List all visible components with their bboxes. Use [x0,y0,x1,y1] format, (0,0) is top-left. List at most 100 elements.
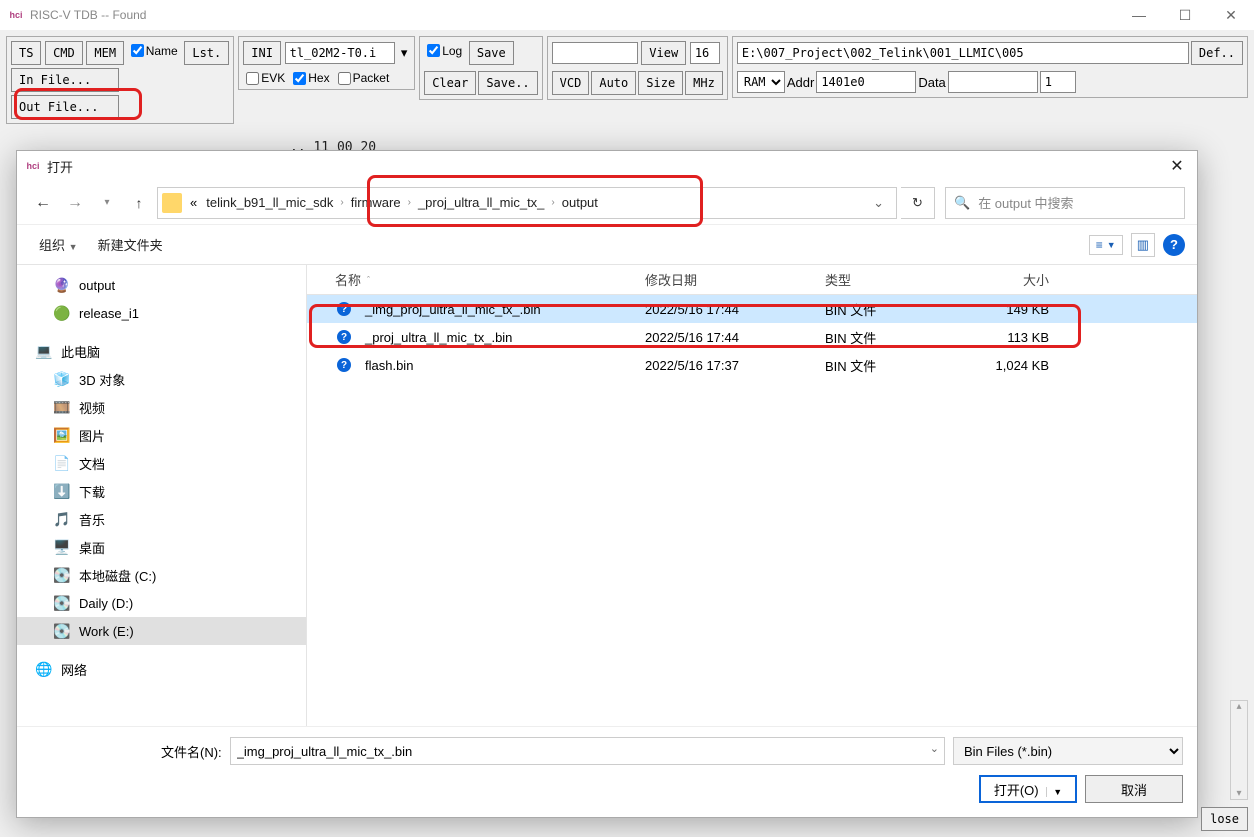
path-input[interactable] [737,42,1189,64]
nav-item[interactable]: 🎞️ 视频 [17,393,306,421]
filetype-select[interactable]: Bin Files (*.bin) [953,737,1183,765]
hex-check[interactable]: Hex [290,71,332,85]
mhz-button[interactable]: MHz [685,71,723,95]
breadcrumb-seg-1[interactable]: firmware [346,189,406,217]
col-type[interactable]: 类型 [817,270,967,289]
column-headers[interactable]: 名称ˆ 修改日期 类型 大小 [307,265,1197,295]
close-button[interactable]: ✕ [1208,0,1254,30]
nav-item-icon: 🖼️ [53,426,71,444]
address-bar[interactable]: « telink_b91_ll_mic_sdk › firmware › _pr… [157,187,897,219]
ini-input[interactable] [285,42,395,64]
breadcrumb-seg-2[interactable]: _proj_ultra_ll_mic_tx_ [413,189,549,217]
nav-item[interactable]: 🖼️图片 [17,421,306,449]
in-file-button[interactable]: In File... [11,68,119,92]
breadcrumb-ellipsis[interactable]: « [186,195,201,210]
breadcrumb-seg-3[interactable]: output [557,189,603,217]
file-row[interactable]: ?flash.bin2022/5/16 17:37BIN 文件1,024 KB [307,351,1197,379]
address-dropdown-icon[interactable]: ⌄ [865,195,892,211]
nav-item[interactable]: 🖥️桌面 [17,533,306,561]
nav-item[interactable]: 💻 此电脑 [17,337,306,365]
cancel-button[interactable]: 取消 [1085,775,1183,803]
cmd-button[interactable]: CMD [45,41,83,65]
nav-item-label: output [79,278,115,293]
filename-input[interactable] [230,737,945,765]
view-input[interactable] [690,42,720,64]
toolbar-group-1: TS CMD MEM Name Lst. In File... Out File… [6,36,234,124]
nav-item-label: 此电脑 [61,342,100,361]
help-button[interactable]: ? [1163,234,1185,256]
preview-pane-button[interactable]: ▥ [1131,233,1155,257]
addr-input[interactable] [816,71,916,93]
mem-button[interactable]: MEM [86,41,124,65]
file-type: BIN 文件 [817,300,967,319]
evk-check[interactable]: EVK [243,71,288,85]
save2-button[interactable]: Save.. [478,71,537,95]
packet-check[interactable]: Packet [335,71,393,85]
dialog-close-button[interactable]: ✕ [1157,151,1197,181]
clear-button[interactable]: Clear [424,71,476,95]
nav-item[interactable]: 🔮output [17,271,306,299]
size-button[interactable]: Size [638,71,683,95]
col-name[interactable]: 名称ˆ [327,270,637,289]
maximize-button[interactable]: ☐ [1162,0,1208,30]
new-folder-button[interactable]: 新建文件夹 [88,235,173,254]
nav-item[interactable]: 💽Daily (D:) [17,589,306,617]
nav-item[interactable]: 💽Work (E:) [17,617,306,645]
view-button[interactable]: View [641,41,686,65]
scrollbar-vertical[interactable]: ▴▾ [1230,700,1248,800]
nav-forward-button[interactable]: → [61,189,89,217]
refresh-button[interactable]: ↻ [901,187,935,219]
view-mode-dropdown[interactable]: ≡▼ [1089,235,1123,255]
nav-item[interactable]: ⬇️下载 [17,477,306,505]
nav-item-icon: 💻 [35,342,53,360]
ini-button[interactable]: INI [243,41,281,65]
def-button[interactable]: Def.. [1191,41,1243,65]
folder-icon [162,193,182,213]
nav-item[interactable]: 🌐网络 [17,655,306,683]
view-blank-input[interactable] [552,42,638,64]
lose-button[interactable]: lose [1201,807,1248,831]
one-input[interactable] [1040,71,1076,93]
name-check[interactable]: Name [128,44,181,58]
nav-item-label: 视频 [79,398,105,417]
nav-item[interactable]: 📄文档 [17,449,306,477]
open-button[interactable]: 打开(O) ▼ [979,775,1077,803]
ts-button[interactable]: TS [11,41,41,65]
file-row[interactable]: ?_img_proj_ultra_ll_mic_tx_.bin2022/5/16… [307,295,1197,323]
organize-menu[interactable]: 组织 ▼ [29,235,88,254]
breadcrumb-seg-0[interactable]: telink_b91_ll_mic_sdk [201,189,338,217]
nav-item-label: 音乐 [79,510,105,529]
nav-back-button[interactable]: ← [29,189,57,217]
chevron-right-icon[interactable]: › [338,197,345,208]
toolbar-group-3: Log Save Clear Save.. [419,36,542,100]
auto-button[interactable]: Auto [591,71,636,95]
search-input[interactable]: 🔍 在 output 中搜索 [945,187,1185,219]
data-input[interactable] [948,71,1038,93]
navigation-pane[interactable]: 🔮output🟢release_i1 💻 此电脑 🧊3D 对象 🎞️ 视频 🖼️图片📄文档⬇… [17,265,307,726]
file-size: 113 KB [967,330,1057,345]
minimize-button[interactable]: — [1116,0,1162,30]
file-list[interactable]: ?_img_proj_ultra_ll_mic_tx_.bin2022/5/16… [307,295,1197,726]
file-date: 2022/5/16 17:37 [637,358,817,373]
col-date[interactable]: 修改日期 [637,270,817,289]
nav-item-icon: 🎞️ [53,398,71,416]
main-window: hci RISC-V TDB -- Found — ☐ ✕ TS CMD MEM… [0,0,1254,837]
nav-item[interactable]: 🎵音乐 [17,505,306,533]
chevron-right-icon[interactable]: › [549,197,556,208]
col-size[interactable]: 大小 [967,270,1057,289]
save-button[interactable]: Save [469,41,514,65]
log-check[interactable]: Log [424,44,465,58]
lst-button[interactable]: Lst. [184,41,229,65]
vcd-button[interactable]: VCD [552,71,590,95]
nav-recent-dropdown[interactable]: ▾ [93,189,121,217]
file-row[interactable]: ?_proj_ultra_ll_mic_tx_.bin2022/5/16 17:… [307,323,1197,351]
chevron-right-icon[interactable]: › [406,197,413,208]
ram-select[interactable]: RAM [737,71,785,93]
nav-up-button[interactable]: ↑ [125,189,153,217]
nav-item[interactable]: 💽本地磁盘 (C:) [17,561,306,589]
nav-item[interactable]: 🟢release_i1 [17,299,306,327]
filename-dropdown-icon[interactable]: ⌄ [930,742,939,755]
dialog-icon: hci [25,158,41,174]
nav-item[interactable]: 🧊3D 对象 [17,365,306,393]
out-file-button[interactable]: Out File... [11,95,119,119]
